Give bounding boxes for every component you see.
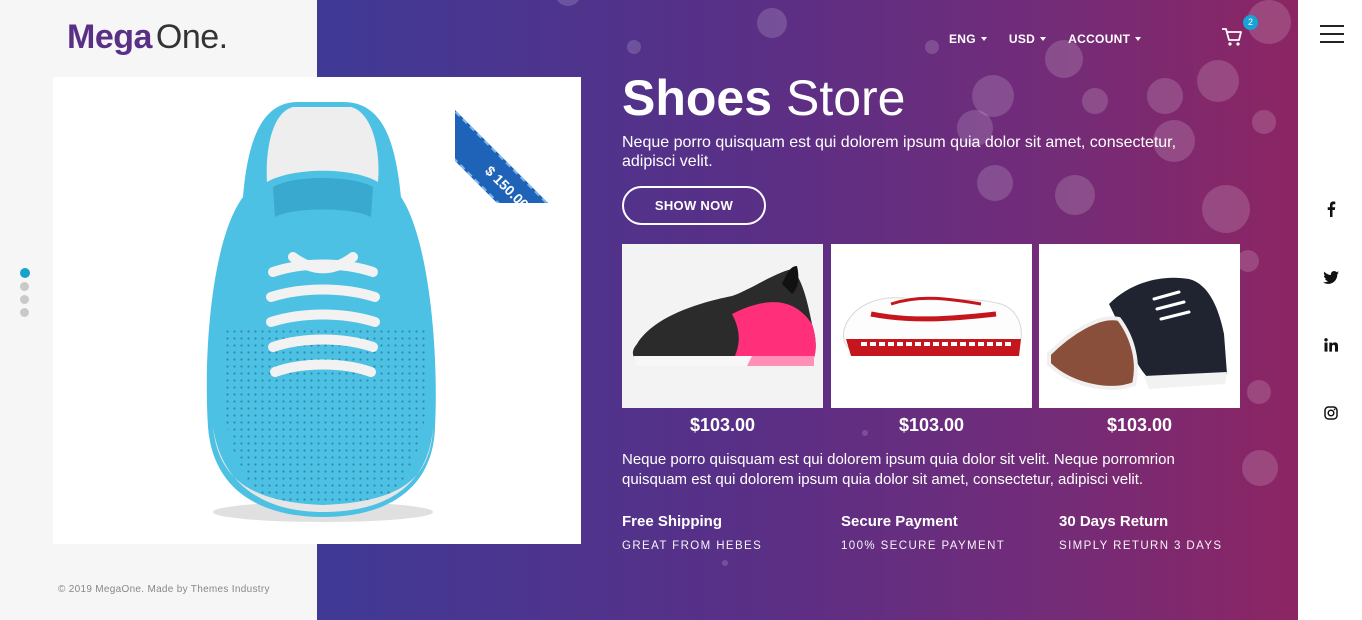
feature-secure-payment: Secure Payment 100% SECURE PAYMENT bbox=[841, 513, 1005, 552]
slider-dot-2[interactable] bbox=[20, 282, 29, 291]
account-label: ACCOUNT bbox=[1068, 32, 1131, 46]
cart-count-badge: 2 bbox=[1243, 15, 1258, 30]
price-ribbon: $ 150.00 bbox=[455, 68, 590, 203]
product-price-2: $103.00 bbox=[898, 415, 965, 435]
top-navigation: ENG USD ACCOUNT bbox=[949, 32, 1163, 46]
linkedin-icon[interactable] bbox=[1322, 336, 1340, 354]
chevron-down-icon bbox=[980, 37, 987, 41]
bubble bbox=[1202, 185, 1250, 233]
feature-subtitle: GREAT FROM HEBES bbox=[622, 540, 763, 552]
language-dropdown[interactable]: ENG bbox=[949, 32, 987, 46]
twitter-icon[interactable] bbox=[1322, 268, 1340, 286]
brand-logo[interactable]: Mega One. bbox=[67, 18, 228, 57]
slider-dot-1[interactable] bbox=[20, 268, 30, 278]
bubble bbox=[1252, 110, 1276, 134]
currency-dropdown[interactable]: USD bbox=[1008, 32, 1047, 46]
bubble bbox=[1237, 250, 1259, 272]
chevron-down-icon bbox=[1135, 37, 1142, 41]
bubble bbox=[925, 40, 939, 54]
sneaker-black-icon bbox=[1047, 277, 1227, 390]
product-thumbnail-1[interactable] bbox=[622, 244, 823, 408]
bubble bbox=[1082, 88, 1108, 114]
slider-pagination bbox=[20, 268, 30, 321]
feature-30-days-return: 30 Days Return SIMPLY RETURN 3 DAYS bbox=[1059, 513, 1222, 552]
chevron-down-icon bbox=[1040, 37, 1047, 41]
instagram-icon[interactable] bbox=[1322, 404, 1340, 422]
bubble bbox=[757, 8, 787, 38]
language-label: ENG bbox=[949, 32, 976, 46]
hero-secondary-description: Neque porro quisquam est qui dolorem ips… bbox=[622, 451, 1175, 488]
feature-subtitle: SIMPLY RETURN 3 DAYS bbox=[1059, 540, 1223, 552]
right-rail bbox=[1298, 0, 1362, 620]
bubble bbox=[972, 75, 1014, 117]
product-thumbnail-2[interactable] bbox=[831, 244, 1032, 408]
bubble bbox=[627, 40, 641, 54]
bubble bbox=[1055, 175, 1095, 215]
bubble bbox=[1247, 380, 1271, 404]
bubble bbox=[1197, 60, 1239, 102]
feature-title: Free Shipping bbox=[622, 513, 723, 530]
currency-label: USD bbox=[1008, 32, 1036, 46]
shopping-cart-icon[interactable] bbox=[1221, 27, 1243, 47]
feature-free-shipping: Free Shipping GREAT FROM HEBES bbox=[622, 513, 762, 552]
sneaker-red-icon bbox=[843, 296, 1022, 356]
show-now-button[interactable]: SHOW NOW bbox=[622, 186, 766, 225]
bubble bbox=[555, 0, 581, 6]
logo-bold: Mega bbox=[67, 18, 152, 56]
account-dropdown[interactable]: ACCOUNT bbox=[1068, 32, 1142, 46]
feature-title: 30 Days Return bbox=[1059, 513, 1169, 530]
facebook-icon[interactable] bbox=[1322, 200, 1340, 218]
price-ribbon-label: $ 150.00 bbox=[455, 104, 590, 203]
sneaker-pink-icon bbox=[632, 266, 816, 366]
title-bold: Shoes bbox=[622, 70, 773, 126]
slider-dot-3[interactable] bbox=[20, 295, 29, 304]
slider-dot-4[interactable] bbox=[20, 308, 29, 317]
bubble bbox=[1242, 450, 1278, 486]
logo-light: One. bbox=[155, 18, 228, 56]
feature-title: Secure Payment bbox=[841, 513, 958, 530]
menu-icon[interactable] bbox=[1320, 25, 1344, 49]
feature-subtitle: 100% SECURE PAYMENT bbox=[841, 540, 1006, 552]
copyright-text: © 2019 MegaOne. Made by Themes Industry bbox=[58, 584, 270, 595]
product-thumbnail-3[interactable] bbox=[1039, 244, 1240, 408]
blue-sneaker-icon bbox=[206, 102, 436, 522]
product-price-3: $103.00 bbox=[1106, 415, 1173, 435]
bubble bbox=[1147, 78, 1183, 114]
product-price-1: $103.00 bbox=[689, 415, 756, 435]
hero-description: Neque porro quisquam est qui dolorem ips… bbox=[622, 134, 1177, 170]
page-title: Shoes Store bbox=[622, 70, 905, 126]
bubble bbox=[722, 560, 728, 566]
title-light: Store bbox=[785, 70, 906, 126]
